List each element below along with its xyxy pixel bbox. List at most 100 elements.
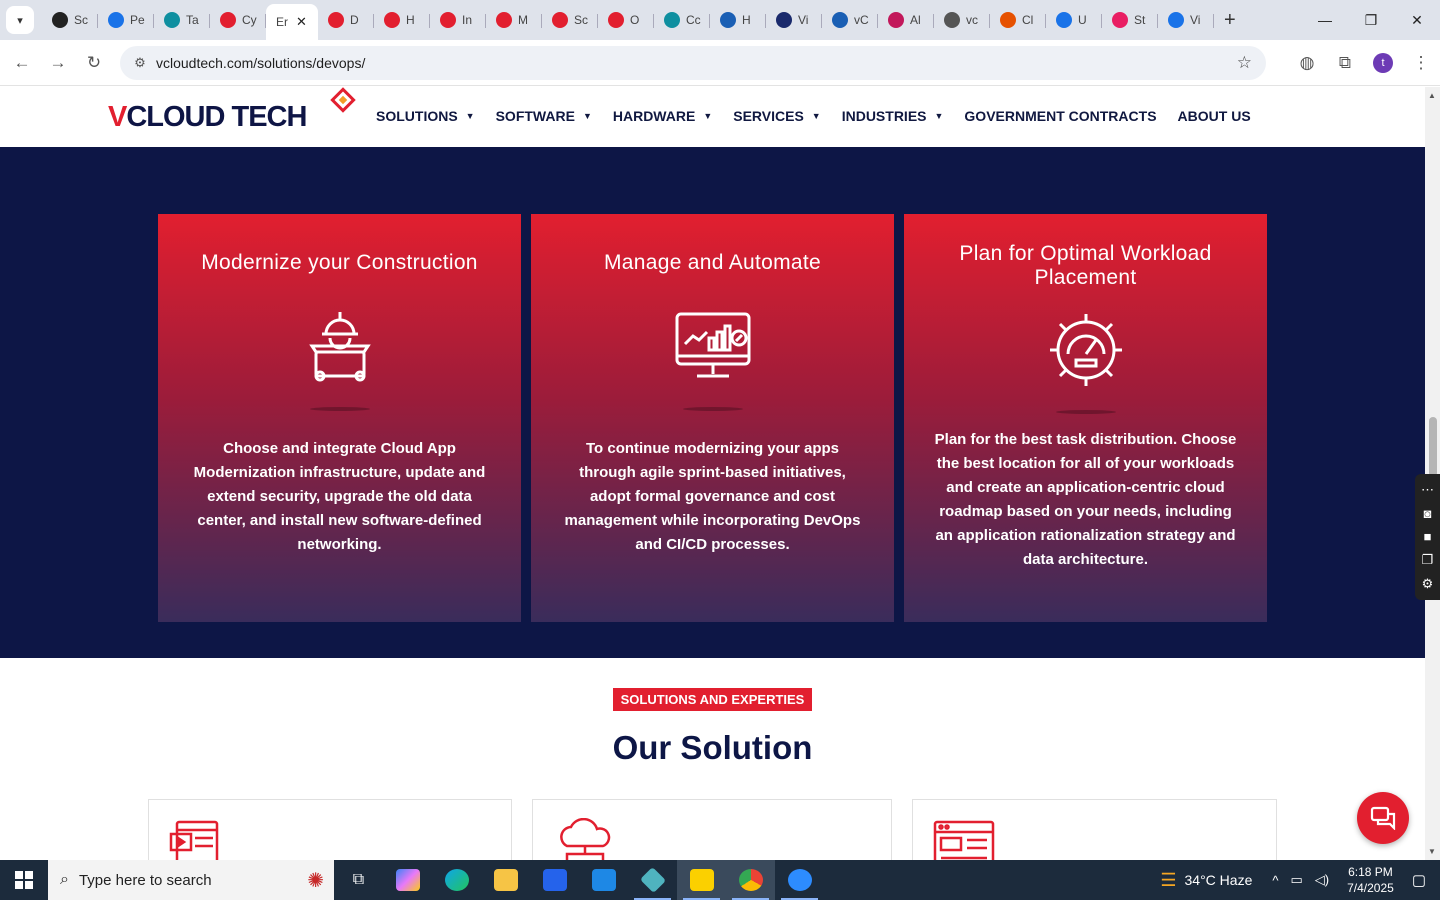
reload-icon[interactable]: ↻ [76, 45, 112, 81]
browser-tab[interactable]: vc [934, 4, 990, 36]
copilot-icon[interactable] [383, 860, 432, 900]
browser-tab[interactable]: Sc [542, 4, 598, 36]
extensions-icon[interactable]: ⧉ [1326, 45, 1364, 81]
app-diamond-icon[interactable] [628, 860, 677, 900]
weather-text: 34°C Haze [1184, 872, 1253, 888]
screen-capture-toolbar: ⋯ ◙ ■ ❐ ⚙ [1415, 474, 1440, 600]
link-icon[interactable]: ⋯ [1421, 482, 1434, 498]
minimize-icon[interactable]: — [1302, 0, 1348, 40]
browser-tab[interactable]: Cl [990, 4, 1046, 36]
browser-tab[interactable]: M [486, 4, 542, 36]
scroll-thumb[interactable] [1429, 417, 1437, 477]
chrome-icon[interactable] [726, 860, 775, 900]
site-logo[interactable]: VCLOUD TECH [108, 101, 307, 134]
solution-card[interactable] [148, 799, 512, 860]
scroll-up-icon[interactable]: ▲ [1428, 91, 1436, 100]
bookmark-star-icon[interactable]: ☆ [1237, 53, 1252, 73]
solution-card[interactable] [912, 799, 1277, 860]
settings-icon[interactable]: ⚙ [1422, 576, 1434, 592]
store-icon[interactable] [530, 860, 579, 900]
restore-icon[interactable]: ❐ [1348, 0, 1394, 40]
tab-close-icon[interactable]: ✕ [296, 14, 307, 30]
tab-favicon-icon [1112, 12, 1128, 28]
nav-item[interactable]: SERVICES ▼ [733, 108, 820, 124]
browser-tab[interactable]: Vi [1158, 4, 1214, 36]
site-info-icon[interactable]: ⚙ [126, 55, 154, 71]
browser-tab[interactable]: U [1046, 4, 1102, 36]
browser-tab[interactable]: D [318, 4, 374, 36]
browser-tab[interactable]: H [710, 4, 766, 36]
icon-shadow [1055, 410, 1116, 414]
sticky-notes-icon[interactable] [677, 860, 726, 900]
new-tab-button[interactable]: + [1224, 9, 1236, 32]
caret-down-icon: ▼ [465, 111, 475, 121]
tab-favicon-icon [664, 12, 680, 28]
tab-label: Er [276, 15, 288, 29]
edge-icon[interactable] [432, 860, 481, 900]
forward-icon[interactable]: → [40, 45, 76, 81]
taskbar-search[interactable]: ⌕ Type here to search ✺ [48, 860, 334, 900]
tab-label: Ta [186, 13, 199, 27]
clock[interactable]: 6:18 PM 7/4/2025 [1347, 864, 1394, 896]
tab-label: Al [910, 13, 921, 27]
profile-avatar[interactable]: t [1364, 45, 1402, 81]
nav-item[interactable]: SOFTWARE ▼ [496, 108, 592, 124]
icon-shadow [309, 407, 370, 411]
page-viewport: VCLOUD TECH SOLUTIONS ▼ SOFTWARE ▼ HARDWARE ▼… [0, 87, 1425, 860]
video-icon[interactable]: ■ [1424, 529, 1432, 544]
browser-tab[interactable]: In [430, 4, 486, 36]
nav-item-label: SOFTWARE [495, 108, 575, 124]
card-text: Plan for the best task distribution. Cho… [934, 431, 1237, 568]
search-highlight-icon: ✺ [307, 869, 324, 892]
scroll-down-icon[interactable]: ▼ [1428, 847, 1436, 856]
browser-tab[interactable]: Vi [766, 4, 822, 36]
card-text: Choose and integrate Cloud App Moderniza… [193, 440, 486, 553]
notification-icon[interactable]: ▢ [1412, 871, 1426, 889]
browser-tab[interactable]: St [1102, 4, 1158, 36]
browser-tab[interactable]: Sc [42, 4, 98, 36]
browser-tab[interactable]: vC [822, 4, 878, 36]
browser-tab[interactable]: Er ✕ [266, 4, 318, 40]
camera-icon[interactable]: ◙ [1424, 506, 1432, 521]
network-icon[interactable]: ▭ [1290, 872, 1302, 888]
solution-card[interactable] [532, 799, 892, 860]
search-placeholder: Type here to search [78, 871, 212, 889]
tab-search-button[interactable]: ▾ [6, 6, 34, 34]
weather-widget[interactable]: ☰ 34°C Haze [1160, 870, 1252, 891]
address-bar[interactable]: ⚙ vcloudtech.com/solutions/devops/ ☆ [120, 46, 1266, 80]
volume-icon[interactable]: ◁) [1315, 872, 1329, 888]
close-window-icon[interactable]: ✕ [1394, 0, 1440, 40]
task-view-icon[interactable]: ⧉ [334, 860, 383, 900]
url-text[interactable]: vcloudtech.com/solutions/devops/ [156, 55, 365, 71]
tab-favicon-icon [1000, 12, 1016, 28]
nav-item[interactable]: GOVERNMENT CONTRACTS [964, 108, 1156, 124]
browser-tab[interactable]: H [374, 4, 430, 36]
mail-icon[interactable] [579, 860, 628, 900]
nav-item[interactable]: SOLUTIONS ▼ [376, 108, 475, 124]
browser-tab[interactable]: Pe [98, 4, 154, 36]
back-icon[interactable]: ← [4, 45, 40, 81]
copy-icon[interactable]: ❐ [1422, 552, 1434, 568]
nav-item-label: SERVICES [733, 108, 804, 124]
start-button[interactable] [0, 860, 48, 900]
chevron-up-icon[interactable]: ^ [1272, 873, 1278, 888]
caret-down-icon: ▼ [703, 111, 713, 121]
chat-icon [1370, 806, 1396, 830]
icon-shadow [682, 407, 743, 411]
chat-button[interactable] [1357, 792, 1409, 844]
nav-item[interactable]: HARDWARE ▼ [613, 108, 712, 124]
browser-tab[interactable]: Cc [654, 4, 710, 36]
tab-favicon-icon [832, 12, 848, 28]
browser-tab[interactable]: Al [878, 4, 934, 36]
nav-item[interactable]: ABOUT US [1178, 108, 1251, 124]
browser-window-icon [933, 818, 997, 860]
file-explorer-icon[interactable] [481, 860, 530, 900]
browser-tab[interactable]: Cy [210, 4, 266, 36]
translate-icon[interactable]: ◍ [1288, 45, 1326, 81]
construction-worker-icon [300, 306, 380, 391]
browser-tab[interactable]: O [598, 4, 654, 36]
zoom-icon[interactable] [775, 860, 824, 900]
nav-item[interactable]: INDUSTRIES ▼ [842, 108, 944, 124]
browser-tab[interactable]: Ta [154, 4, 210, 36]
menu-icon[interactable]: ⋮ [1402, 45, 1440, 81]
